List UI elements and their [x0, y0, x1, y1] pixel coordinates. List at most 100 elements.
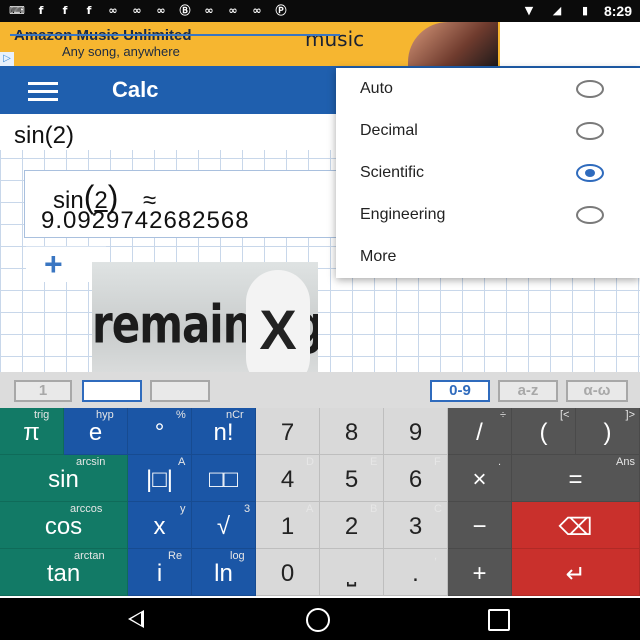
- key-label: =: [568, 466, 583, 493]
- key-label: ×: [472, 466, 487, 493]
- menu-item-more[interactable]: More: [336, 236, 640, 278]
- facebook-icon: f: [86, 4, 92, 17]
- key-7[interactable]: 7: [256, 408, 320, 455]
- key-label: +: [472, 560, 487, 587]
- key-sin[interactable]: arcsin sin: [0, 455, 128, 502]
- key-decimal[interactable]: ,.: [384, 549, 448, 596]
- key-2[interactable]: B2: [320, 502, 384, 549]
- ad-banner[interactable]: Amazon Music Unlimited Any song, anywher…: [0, 22, 500, 66]
- tab-numbers[interactable]: 0-9: [430, 380, 490, 402]
- ad-image: [408, 22, 498, 66]
- menu-item-label: Scientific: [360, 164, 425, 181]
- menu-icon[interactable]: [28, 82, 58, 101]
- menu-item-auto[interactable]: Auto: [336, 68, 640, 110]
- tab-greek[interactable]: α-ω: [566, 380, 628, 402]
- key-label: □□: [209, 466, 238, 493]
- link-icon: ∞: [228, 4, 238, 17]
- key-minus[interactable]: −: [448, 502, 512, 549]
- tab-1[interactable]: 1: [14, 380, 72, 402]
- key-tan[interactable]: arctan tan: [0, 549, 128, 596]
- wifi-icon: ▼: [524, 4, 534, 17]
- clock: 8:29: [603, 3, 632, 19]
- key-3[interactable]: C3: [384, 502, 448, 549]
- home-icon[interactable]: [306, 608, 330, 632]
- key-x[interactable]: yx: [128, 502, 192, 549]
- key-sqrt[interactable]: 3 √: [192, 502, 256, 549]
- key-label: 6: [408, 466, 423, 493]
- link-icon: ∞: [252, 4, 262, 17]
- keyboard-tabs: 1 0-9 a-z α-ω: [0, 372, 640, 408]
- key-equals[interactable]: Ans =: [512, 455, 640, 502]
- key-plus[interactable]: +: [448, 549, 512, 596]
- key-0[interactable]: 0: [256, 549, 320, 596]
- key-label: ): [603, 419, 612, 446]
- key-label: sin: [48, 466, 79, 493]
- key-6[interactable]: F6: [384, 455, 448, 502]
- menu-item-label: Decimal: [360, 122, 418, 139]
- key-i[interactable]: Re i: [128, 549, 192, 596]
- key-abs[interactable]: A |□|: [128, 455, 192, 502]
- key-label: tan: [46, 560, 81, 587]
- key-label: cos: [44, 513, 83, 540]
- key-label: √: [216, 513, 231, 540]
- key-8[interactable]: 8: [320, 408, 384, 455]
- radio-button[interactable]: [576, 80, 604, 98]
- key-label: 3: [408, 513, 423, 540]
- key-label: 9: [408, 419, 423, 446]
- recent-apps-icon[interactable]: [488, 609, 510, 631]
- key-multiply[interactable]: . ×: [448, 455, 512, 502]
- tab-other[interactable]: [150, 380, 210, 402]
- key-divide[interactable]: ÷ /: [448, 408, 512, 455]
- link-icon: ∞: [108, 4, 118, 17]
- key-label: −: [472, 513, 487, 540]
- tab-functions[interactable]: [82, 380, 142, 402]
- expression-input[interactable]: sin(2): [0, 114, 340, 150]
- key-close-paren[interactable]: ]>): [576, 408, 640, 455]
- key-5[interactable]: E5: [320, 455, 384, 502]
- key-label: ln: [214, 560, 233, 587]
- result-card[interactable]: sin(2) ≈ 9.0929742682568: [24, 170, 340, 238]
- key-open-paren[interactable]: [<(: [512, 408, 576, 455]
- key-label: .: [412, 560, 419, 587]
- back-icon[interactable]: [128, 610, 144, 628]
- key-label: 1: [280, 513, 295, 540]
- menu-item-decimal[interactable]: Decimal: [336, 110, 640, 152]
- key-label: 8: [344, 419, 359, 446]
- signal-icon: ◢: [552, 4, 562, 17]
- key-enter[interactable]: ↵: [512, 549, 640, 596]
- key-label: |□|: [146, 466, 173, 493]
- key-pi[interactable]: trig π: [0, 408, 64, 455]
- menu-item-engineering[interactable]: Engineering: [336, 194, 640, 236]
- ad-subtitle: Any song, anywhere: [62, 44, 180, 59]
- keypad: trig π hyp e % ° nCr n! 7 8 9 ÷ / [<( ]>) arc…: [0, 408, 640, 598]
- ad-choices-icon[interactable]: ▷: [0, 52, 14, 66]
- key-degree[interactable]: % °: [128, 408, 192, 455]
- key-1[interactable]: A1: [256, 502, 320, 549]
- menu-item-label: Auto: [360, 80, 393, 97]
- key-label: (: [539, 419, 548, 446]
- format-menu: Auto Decimal Scientific Engineering More: [336, 68, 640, 278]
- key-ln[interactable]: log ln: [192, 549, 256, 596]
- radio-button[interactable]: [576, 122, 604, 140]
- key-label: 5: [344, 466, 359, 493]
- ad-brand: music: [305, 27, 365, 51]
- key-cos[interactable]: arccos cos: [0, 502, 128, 549]
- menu-item-scientific[interactable]: Scientific: [336, 152, 640, 194]
- key-space[interactable]: ⎵: [320, 549, 384, 596]
- radio-button-selected[interactable]: [576, 164, 604, 182]
- key-label: 0: [280, 560, 295, 587]
- key-factorial[interactable]: nCr n!: [192, 408, 256, 455]
- key-label: π: [23, 419, 40, 446]
- key-9[interactable]: 9: [384, 408, 448, 455]
- key-4[interactable]: D4: [256, 455, 320, 502]
- tab-letters[interactable]: a-z: [498, 380, 558, 402]
- key-e[interactable]: hyp e: [64, 408, 128, 455]
- enter-icon: ↵: [565, 561, 586, 588]
- key-backspace[interactable]: ⌫: [512, 502, 640, 549]
- key-label: i: [156, 560, 163, 587]
- navigation-bar: [0, 598, 640, 640]
- key-power[interactable]: □□: [192, 455, 256, 502]
- radio-button[interactable]: [576, 206, 604, 224]
- space-icon: ⎵: [346, 560, 357, 587]
- backspace-icon: ⌫: [558, 514, 593, 541]
